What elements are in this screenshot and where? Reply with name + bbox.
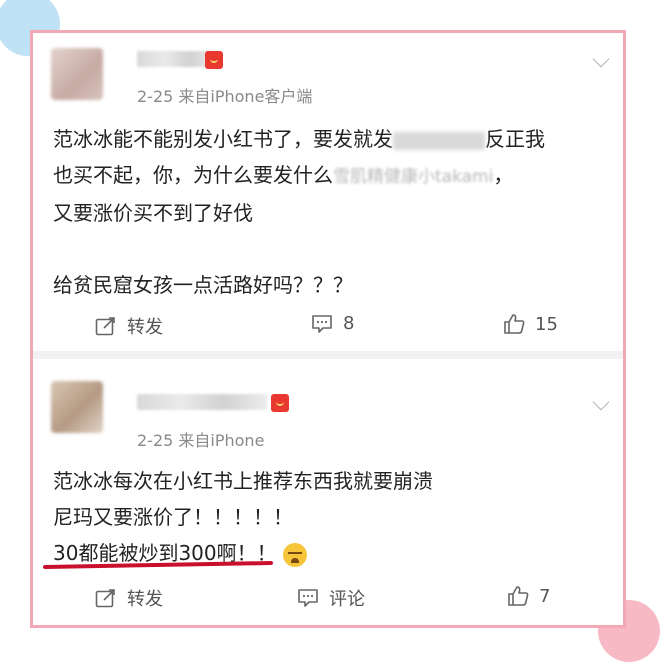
share-icon — [95, 316, 117, 336]
chevron-down-icon[interactable] — [592, 393, 610, 411]
post-meta: 2-25 来自iPhone — [137, 431, 265, 450]
comment-text: 范冰冰每次在小红书上推荐东西我就要崩溃 尼玛又要涨价了！！！！！ 30都能被炒到… — [53, 463, 613, 571]
comment-text: 范冰冰能不能别发小红书了，要发就发 反正我 也买不起，你，为什么要发什么雪肌精健康… — [53, 121, 613, 303]
username-blurred[interactable] — [137, 394, 267, 410]
red-envelope-icon — [205, 51, 223, 69]
crying-face-emoji — [282, 542, 307, 567]
weibo-comment-1: 2-25 来自iPhone客户端 范冰冰能不能别发小红书了，要发就发 反正我 也买… — [33, 33, 623, 351]
text-line — [53, 231, 613, 267]
text-line: 也买不起，你，为什么要发什么雪肌精健康小takami， — [53, 163, 514, 187]
chevron-down-icon[interactable] — [592, 50, 610, 68]
blurred-text: 雪肌精健康小takami — [333, 167, 494, 187]
avatar[interactable] — [51, 48, 103, 100]
repost-button[interactable]: 转发 — [95, 585, 163, 611]
share-icon — [95, 588, 117, 608]
red-envelope-icon — [271, 394, 289, 412]
repost-button[interactable]: 转发 — [95, 313, 163, 339]
post-divider — [33, 351, 623, 359]
comment-icon — [311, 314, 333, 334]
text-line: 给贫民窟女孩一点活路好吗？？？ — [53, 273, 353, 297]
comment-button[interactable]: 8 — [311, 313, 354, 334]
text-line: 又要涨价买不到了好伐 — [53, 201, 253, 225]
thumb-up-icon — [507, 585, 529, 607]
weibo-comment-2: 2-25 来自iPhone 范冰冰每次在小红书上推荐东西我就要崩溃 尼玛又要涨价… — [33, 359, 623, 625]
screenshot-frame: 2-25 来自iPhone客户端 范冰冰能不能别发小红书了，要发就发 反正我 也买… — [30, 30, 626, 628]
comment-icon — [297, 588, 319, 608]
text-line: 尼玛又要涨价了！！！！！ — [53, 505, 293, 529]
text-line: 范冰冰每次在小红书上推荐东西我就要崩溃 — [53, 469, 433, 493]
post-meta: 2-25 来自iPhone客户端 — [137, 87, 313, 106]
like-button[interactable]: 15 — [503, 313, 558, 335]
thumb-up-icon — [503, 313, 525, 335]
avatar[interactable] — [51, 381, 103, 433]
blurred-text — [393, 131, 485, 150]
text-line: 范冰冰能不能别发小红书了，要发就发 反正我 — [53, 127, 545, 151]
comment-button[interactable]: 评论 — [297, 585, 365, 611]
like-button[interactable]: 7 — [507, 585, 550, 607]
